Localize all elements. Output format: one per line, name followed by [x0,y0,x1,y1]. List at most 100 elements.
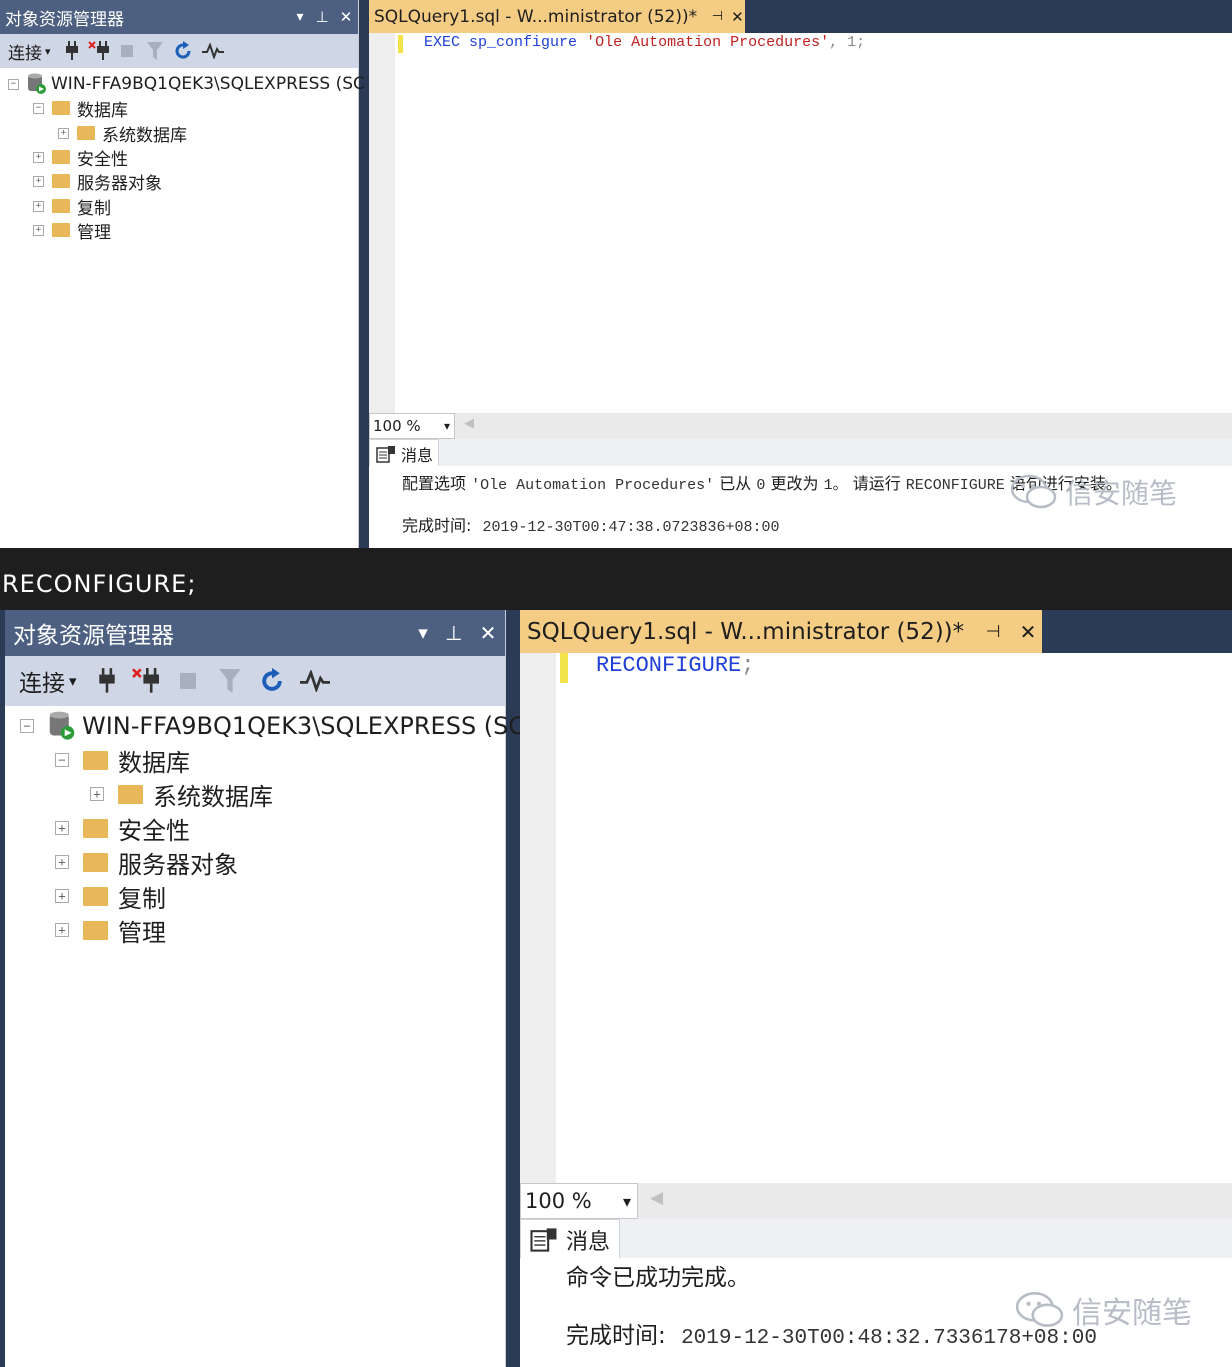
server-objects-label: 服务器对象 [118,850,238,879]
object-explorer-tree: − WIN-FFA9BQ1QEK3\SQLEXPRESS (SC − 数据库 +… [5,706,525,1367]
expand-icon[interactable]: + [58,127,69,139]
tree-node-replication[interactable]: + 复制 [33,194,111,219]
expand-icon[interactable]: + [33,200,44,212]
tab-messages[interactable]: 消息 [369,439,439,467]
screenshot-1: 对象资源管理器 ▾ ⊥ ✕ 连接 ▾ − WIN-FFA9BQ1QEK3\SQL… [0,0,1232,548]
scroll-left-icon[interactable]: ◀ [650,1188,663,1208]
databases-label: 数据库 [118,748,190,777]
tree-node-databases[interactable]: − 数据库 [55,744,190,777]
tree-node-server[interactable]: − WIN-FFA9BQ1QEK3\SQLEXPRESS (SC [20,710,525,742]
refresh-icon[interactable] [251,668,293,694]
disconnect-icon[interactable] [85,41,113,61]
expand-icon[interactable]: + [55,923,69,937]
collapse-icon[interactable]: − [8,78,19,90]
watermark-text: 信安随笔 [1072,1296,1192,1331]
expand-icon[interactable]: + [55,855,69,869]
scroll-left-icon[interactable]: ◀ [464,416,474,431]
tree-node-server-objects[interactable]: + 服务器对象 [55,846,238,879]
plug-icon[interactable] [89,668,125,694]
tab-sqlquery1[interactable]: SQLQuery1.sql - W...ministrator (52))* ⊣… [520,610,1042,653]
collapse-icon[interactable]: − [33,102,44,114]
collapse-icon[interactable]: − [55,753,69,767]
tree-node-system-databases[interactable]: + 系统数据库 [58,121,187,146]
zoom-dropdown-icon: ▾ [443,419,450,433]
expand-icon[interactable]: + [33,224,44,236]
stop-icon[interactable] [113,45,141,57]
plug-icon[interactable] [59,41,85,61]
tree-node-replication[interactable]: + 复制 [55,880,166,913]
filter-icon[interactable] [209,669,251,693]
tab-close-icon[interactable]: ✕ [1014,620,1042,644]
connect-label: 连接 [8,43,42,64]
connect-button[interactable]: 连接 ▾ [0,39,51,64]
filter-icon[interactable] [141,42,169,60]
activity-monitor-icon[interactable] [293,670,337,692]
disconnect-icon[interactable] [125,668,167,694]
expand-icon[interactable]: + [55,889,69,903]
object-explorer-tree: − WIN-FFA9BQ1QEK3\SQLEXPRESS (SC − 数据库 +… [0,68,365,548]
caption-text: RECONFIGURE; [2,570,197,598]
tree-node-management[interactable]: + 管理 [33,218,111,243]
tab-sqlquery1[interactable]: SQLQuery1.sql - W...ministrator (52))* ⊣… [369,0,745,33]
tab-close-icon[interactable]: ✕ [730,8,745,26]
code-line-1[interactable]: EXEC sp_configure 'Ole Automation Proced… [424,34,865,51]
tree-node-server[interactable]: − WIN-FFA9BQ1QEK3\SQLEXPRESS (SC [8,72,365,96]
line-gutter [369,33,395,413]
close-icon[interactable]: ✕ [334,8,358,26]
connect-label: 连接 [19,671,65,697]
close-icon[interactable]: ✕ [471,621,505,645]
pin-icon[interactable]: ⊥ [437,621,471,645]
zoom-select[interactable]: 100 % ▾ [520,1183,638,1219]
zoom-select[interactable]: 100 % ▾ [369,413,455,439]
object-explorer-toolbar: 连接 ▾ [0,34,358,68]
folder-icon [83,750,108,770]
code-line-1[interactable]: RECONFIGURE; [596,653,754,678]
security-label: 安全性 [118,816,190,845]
tree-node-security[interactable]: + 安全性 [55,812,190,845]
system-databases-label: 系统数据库 [102,125,187,146]
messages-output: 配置选项 'Ole Automation Procedures' 已从 0 更改… [369,466,1232,548]
tree-node-management[interactable]: + 管理 [55,914,166,947]
screenshot-2: 对象资源管理器 ▾ ⊥ ✕ 连接 ▾ − WIN-FFA9BQ1QEK3\SQL… [0,610,1232,1367]
completion-label: 完成时间: [566,1323,666,1349]
stop-icon[interactable] [167,673,209,689]
watermark: 信安随笔 [1009,472,1177,512]
code-editor[interactable]: RECONFIGURE; [520,653,1232,1183]
folder-icon [83,852,108,872]
collapse-icon[interactable]: − [20,719,34,733]
tree-node-databases[interactable]: − 数据库 [33,96,128,121]
line-gutter [520,653,556,1183]
completion-line: 完成时间: 2019-12-30T00:47:38.0723836+08:00 [402,512,780,536]
folder-icon [83,920,108,940]
management-label: 管理 [77,222,111,243]
tab-messages[interactable]: 消息 [520,1219,620,1259]
activity-monitor-icon[interactable] [197,43,229,59]
connect-button[interactable]: 连接 ▾ [5,664,77,698]
results-tab-bar: 消息 [520,1219,1232,1259]
watermark: 信安随笔 [1014,1288,1192,1332]
expand-icon[interactable]: + [55,821,69,835]
refresh-icon[interactable] [169,41,197,61]
folder-icon [52,174,70,188]
tree-node-system-databases[interactable]: + 系统数据库 [90,778,273,811]
replication-label: 复制 [118,884,166,913]
pin-icon[interactable]: ⊥ [310,8,334,26]
expand-icon[interactable]: + [33,151,44,163]
zoom-dropdown-icon: ▾ [622,1191,631,1211]
folder-icon [52,101,70,115]
zoom-bar: 100 % ▾ ◀ [369,413,1232,439]
dropdown-icon[interactable]: ▾ [409,622,437,644]
messages-icon [376,445,396,463]
code-editor[interactable]: EXEC sp_configure 'Ole Automation Proced… [369,33,1232,413]
tree-node-security[interactable]: + 安全性 [33,145,128,170]
tree-node-server-objects[interactable]: + 服务器对象 [33,169,162,194]
folder-icon [52,223,70,237]
tab-pin-icon[interactable]: ⊣ [978,622,1008,642]
expand-icon[interactable]: + [90,787,104,801]
editor-tab-bar: SQLQuery1.sql - W...ministrator (52))* ⊣… [520,610,1232,653]
change-marker [560,653,568,683]
dropdown-icon[interactable]: ▾ [290,9,310,25]
expand-icon[interactable]: + [33,175,44,187]
results-tab-bar: 消息 [369,439,1232,467]
tab-pin-icon[interactable]: ⊣ [709,9,726,24]
